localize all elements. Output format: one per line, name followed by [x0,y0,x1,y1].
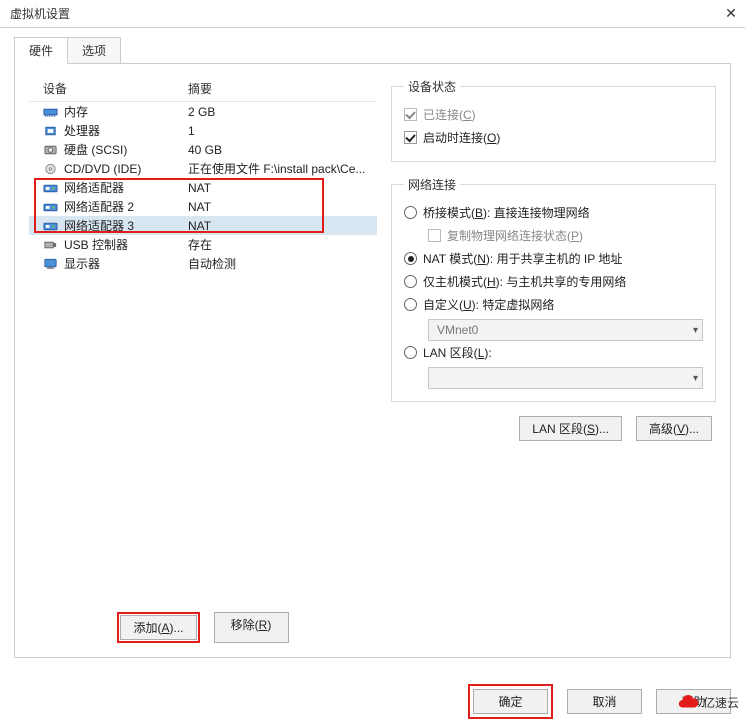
close-icon[interactable]: ✕ [723,6,739,22]
custom-radio[interactable] [404,298,417,311]
custom-radio-row[interactable]: 自定义(U): 特定虚拟网络 [404,293,703,316]
cloud-icon [677,691,699,713]
vmnet-value: VMnet0 [437,323,478,337]
device-name: USB 控制器 [64,236,128,253]
device-summary: 40 GB [188,143,373,157]
advanced-button[interactable]: 高级(V)... [636,416,712,441]
network-icon [43,201,58,213]
hostonly-label: 仅主机模式(H): 与主机共享的专用网络 [423,273,626,290]
cpu-icon [43,125,58,137]
connected-label: 已连接(C) [423,106,476,123]
display-icon [43,258,58,270]
device-row[interactable]: 网络适配器 2 NAT [29,197,377,216]
lan-radio[interactable] [404,346,417,359]
device-row[interactable]: USB 控制器 存在 [29,235,377,254]
replicate-row: 复制物理网络连接状态(P) [428,224,703,247]
device-summary: 自动检测 [188,255,373,272]
connect-on-row[interactable]: 启动时连接(O) [404,126,703,149]
device-table-header: 设备 摘要 [29,78,377,102]
replicate-label: 复制物理网络连接状态(P) [447,227,583,244]
nat-radio[interactable] [404,252,417,265]
device-summary: NAT [188,181,373,195]
device-name: 硬盘 (SCSI) [64,141,127,158]
device-row[interactable]: 网络适配器 3 NAT [29,216,377,235]
network-icon [43,220,58,232]
connect-on-checkbox[interactable] [404,131,417,144]
watermark: 亿速云 [677,691,739,713]
device-name: 内存 [64,103,88,120]
device-summary: 存在 [188,236,373,253]
replicate-checkbox [428,229,441,242]
connected-checkbox-row: 已连接(C) [404,103,703,126]
device-summary: NAT [188,200,373,214]
cd-icon [43,163,58,175]
lan-combo: ▾ [428,367,703,389]
device-name: 网络适配器 3 [64,217,134,234]
add-button[interactable]: 添加(A)... [120,615,196,640]
col-summary-header: 摘要 [188,80,373,97]
highlight-ok-button: 确定 [468,684,553,719]
cancel-button[interactable]: 取消 [567,689,642,714]
connected-checkbox [404,108,417,121]
right-bottom-buttons: LAN 区段(S)... 高级(V)... [391,416,716,441]
device-status-legend: 设备状态 [404,78,460,95]
device-status-group: 设备状态 已连接(C) 启动时连接(O) [391,78,716,162]
network-connection-group: 网络连接 桥接模式(B): 直接连接物理网络 复制物理网络连接状态(P) NAT… [391,176,716,402]
device-summary: 2 GB [188,105,373,119]
device-name: 网络适配器 2 [64,198,134,215]
device-summary: NAT [188,219,373,233]
tab-hardware[interactable]: 硬件 [14,37,68,64]
col-device-header: 设备 [43,80,188,97]
nat-radio-row[interactable]: NAT 模式(N): 用于共享主机的 IP 地址 [404,247,703,270]
device-summary: 正在使用文件 F:\install pack\Ce... [188,160,373,177]
bridged-label: 桥接模式(B): 直接连接物理网络 [423,204,590,221]
chevron-down-icon: ▾ [693,373,698,384]
device-row[interactable]: CD/DVD (IDE) 正在使用文件 F:\install pack\Ce... [29,159,377,178]
lan-radio-row[interactable]: LAN 区段(L): [404,341,703,364]
device-row[interactable]: 处理器 1 [29,121,377,140]
network-icon [43,182,58,194]
device-name: 网络适配器 [64,179,124,196]
network-connection-legend: 网络连接 [404,176,460,193]
nat-label: NAT 模式(N): 用于共享主机的 IP 地址 [423,250,622,267]
dialog-footer: 确定 取消 帮助 [0,686,745,716]
tab-content: 设备 摘要 内存 2 GB 处理器 1 硬盘 (SCSI) 40 GB CD/DVD (ID… [14,64,731,658]
left-buttons: 添加(A)... 移除(R) [29,612,377,643]
lan-segments-button[interactable]: LAN 区段(S)... [519,416,622,441]
device-row[interactable]: 硬盘 (SCSI) 40 GB [29,140,377,159]
tab-options[interactable]: 选项 [67,37,121,63]
connect-on-label: 启动时连接(O) [423,129,500,146]
tab-strip: 硬件 选项 [14,38,731,64]
memory-icon [43,106,58,118]
ok-button[interactable]: 确定 [473,689,548,714]
watermark-text: 亿速云 [703,694,739,711]
bridged-radio-row[interactable]: 桥接模式(B): 直接连接物理网络 [404,201,703,224]
window-title: 虚拟机设置 [10,5,70,22]
vmnet-combo: VMnet0 ▾ [428,319,703,341]
usb-icon [43,239,58,251]
device-name: 显示器 [64,255,100,272]
device-row[interactable]: 内存 2 GB [29,102,377,121]
disk-icon [43,144,58,156]
right-pane: 设备状态 已连接(C) 启动时连接(O) 网络连接 桥接模式(B): 直接连接物… [391,78,716,643]
chevron-down-icon: ▾ [693,325,698,336]
device-name: 处理器 [64,122,100,139]
title-bar: 虚拟机设置 ✕ [0,0,745,28]
device-row[interactable]: 显示器 自动检测 [29,254,377,273]
device-summary: 1 [188,124,373,138]
dialog-body: 硬件 选项 设备 摘要 内存 2 GB 处理器 1 硬盘 (SCSI) 40 GB CD/D… [0,28,745,686]
bridged-radio[interactable] [404,206,417,219]
device-row[interactable]: 网络适配器 NAT [29,178,377,197]
custom-label: 自定义(U): 特定虚拟网络 [423,296,554,313]
device-name: CD/DVD (IDE) [64,162,141,176]
remove-button[interactable]: 移除(R) [214,612,289,643]
device-list: 内存 2 GB 处理器 1 硬盘 (SCSI) 40 GB CD/DVD (IDE) 正在使用… [29,102,377,604]
left-pane: 设备 摘要 内存 2 GB 处理器 1 硬盘 (SCSI) 40 GB CD/DVD (ID… [29,78,377,643]
lan-label: LAN 区段(L): [423,344,492,361]
highlight-add-button: 添加(A)... [117,612,199,643]
hostonly-radio-row[interactable]: 仅主机模式(H): 与主机共享的专用网络 [404,270,703,293]
hostonly-radio[interactable] [404,275,417,288]
